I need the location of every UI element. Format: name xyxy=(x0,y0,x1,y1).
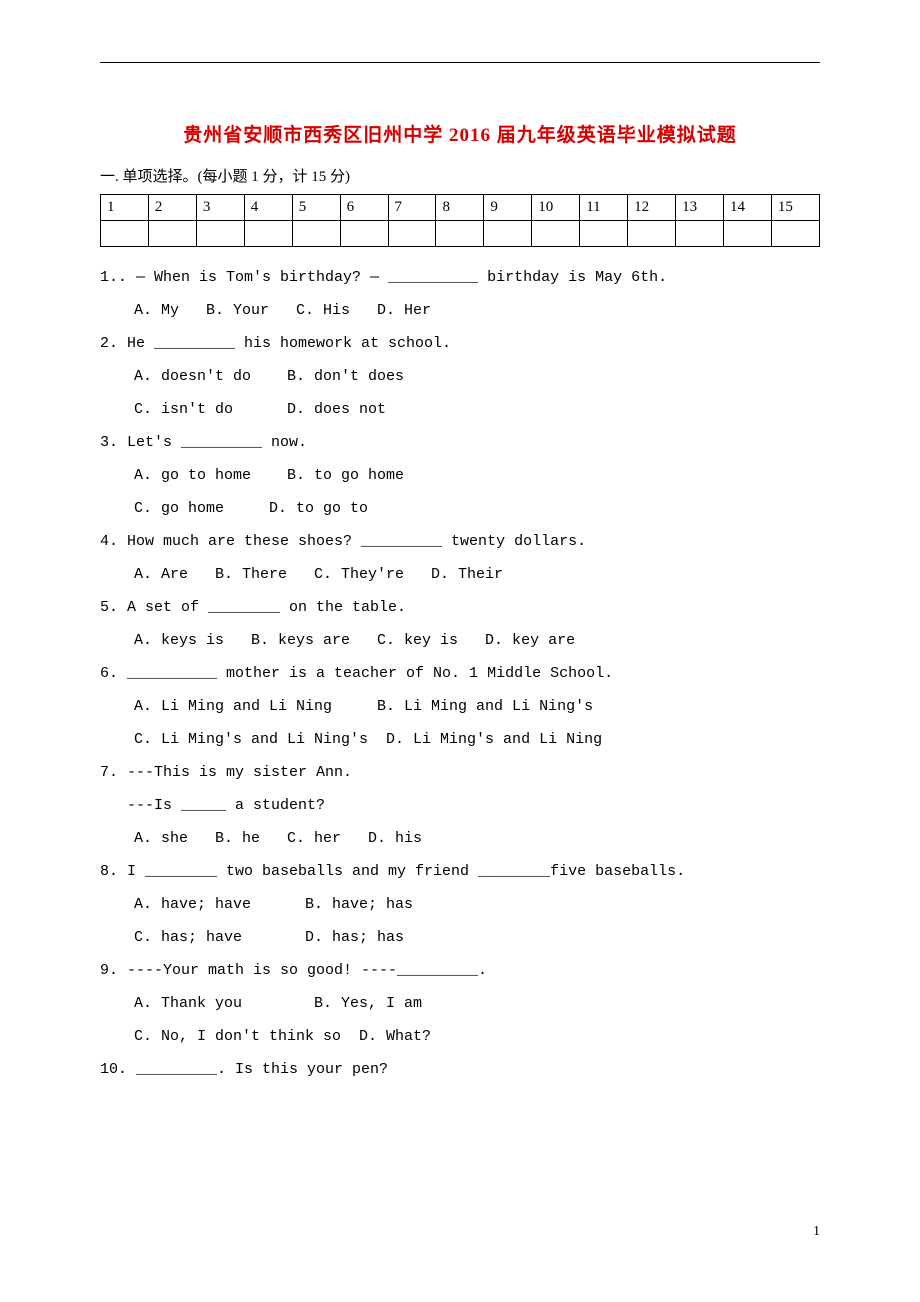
grid-header-cell: 3 xyxy=(196,195,244,221)
question-6-options-ab: A. Li Ming and Li Ning B. Li Ming and Li… xyxy=(100,690,820,723)
question-3-stem: 3. Let's _________ now. xyxy=(100,426,820,459)
question-7-stem-a: 7. ---This is my sister Ann. xyxy=(100,756,820,789)
question-2-stem: 2. He _________ his homework at school. xyxy=(100,327,820,360)
grid-header-cell: 15 xyxy=(771,195,819,221)
question-4-options: A. Are B. There C. They're D. Their xyxy=(100,558,820,591)
grid-answer-row xyxy=(101,221,820,247)
question-4-stem: 4. How much are these shoes? _________ t… xyxy=(100,525,820,558)
grid-header-cell: 7 xyxy=(388,195,436,221)
question-9-stem: 9. ----Your math is so good! ----_______… xyxy=(100,954,820,987)
question-3-options-ab: A. go to home B. to go home xyxy=(100,459,820,492)
grid-header-cell: 13 xyxy=(676,195,724,221)
question-7-options: A. she B. he C. her D. his xyxy=(100,822,820,855)
question-1-options: A. My B. Your C. His D. Her xyxy=(100,294,820,327)
grid-answer-cell[interactable] xyxy=(101,221,149,247)
grid-answer-cell[interactable] xyxy=(340,221,388,247)
grid-header-cell: 5 xyxy=(292,195,340,221)
grid-answer-cell[interactable] xyxy=(484,221,532,247)
grid-header-cell: 9 xyxy=(484,195,532,221)
grid-answer-cell[interactable] xyxy=(388,221,436,247)
exam-page: 贵州省安顺市西秀区旧州中学 2016 届九年级英语毕业模拟试题 一. 单项选择。… xyxy=(0,0,920,1260)
grid-header-cell: 4 xyxy=(244,195,292,221)
grid-header-cell: 14 xyxy=(723,195,771,221)
grid-answer-cell[interactable] xyxy=(148,221,196,247)
grid-answer-cell[interactable] xyxy=(436,221,484,247)
grid-header-cell: 11 xyxy=(580,195,628,221)
question-8-stem: 8. I ________ two baseballs and my frien… xyxy=(100,855,820,888)
grid-header-cell: 6 xyxy=(340,195,388,221)
grid-answer-cell[interactable] xyxy=(676,221,724,247)
answer-grid: 1 2 3 4 5 6 7 8 9 10 11 12 13 14 15 xyxy=(100,194,820,247)
question-10-stem: 10. _________. Is this your pen? xyxy=(100,1053,820,1086)
grid-answer-cell[interactable] xyxy=(532,221,580,247)
question-6-stem: 6. __________ mother is a teacher of No.… xyxy=(100,657,820,690)
question-8-options-ab: A. have; have B. have; has xyxy=(100,888,820,921)
grid-header-cell: 10 xyxy=(532,195,580,221)
question-2-options-cd: C. isn't do D. does not xyxy=(100,393,820,426)
grid-answer-cell[interactable] xyxy=(628,221,676,247)
page-number: 1 xyxy=(813,1224,820,1240)
grid-answer-cell[interactable] xyxy=(723,221,771,247)
question-2-options-ab: A. doesn't do B. don't does xyxy=(100,360,820,393)
grid-header-cell: 2 xyxy=(148,195,196,221)
grid-answer-cell[interactable] xyxy=(196,221,244,247)
grid-header-row: 1 2 3 4 5 6 7 8 9 10 11 12 13 14 15 xyxy=(101,195,820,221)
grid-header-cell: 8 xyxy=(436,195,484,221)
question-9-options-cd: C. No, I don't think so D. What? xyxy=(100,1020,820,1053)
question-6-options-cd: C. Li Ming's and Li Ning's D. Li Ming's … xyxy=(100,723,820,756)
question-7-stem-b: ---Is _____ a student? xyxy=(100,789,820,822)
grid-answer-cell[interactable] xyxy=(244,221,292,247)
question-8-options-cd: C. has; have D. has; has xyxy=(100,921,820,954)
section-1-heading: 一. 单项选择。(每小题 1 分，计 15 分) xyxy=(100,165,820,186)
question-5-stem: 5. A set of ________ on the table. xyxy=(100,591,820,624)
question-3-options-cd: C. go home D. to go to xyxy=(100,492,820,525)
grid-header-cell: 12 xyxy=(628,195,676,221)
question-9-options-ab: A. Thank you B. Yes, I am xyxy=(100,987,820,1020)
question-1-stem: 1.. — When is Tom's birthday? — ________… xyxy=(100,261,820,294)
grid-header-cell: 1 xyxy=(101,195,149,221)
exam-title: 贵州省安顺市西秀区旧州中学 2016 届九年级英语毕业模拟试题 xyxy=(100,120,820,147)
top-rule xyxy=(100,62,820,63)
grid-answer-cell[interactable] xyxy=(292,221,340,247)
question-5-options: A. keys is B. keys are C. key is D. key … xyxy=(100,624,820,657)
grid-answer-cell[interactable] xyxy=(580,221,628,247)
grid-answer-cell[interactable] xyxy=(771,221,819,247)
